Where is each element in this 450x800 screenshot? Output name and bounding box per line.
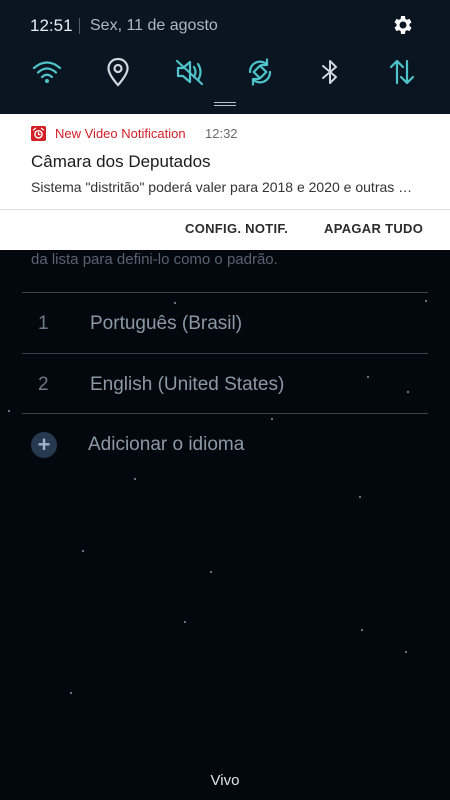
sound-mute-icon[interactable] [174,56,206,88]
mobile-data-icon[interactable] [386,56,418,88]
language-row[interactable]: 2 English (United States) [22,353,428,414]
alarm-app-icon [31,126,46,141]
language-name: Português (Brasil) [90,313,243,334]
clock: 12:51 [30,16,73,35]
notification-settings-button[interactable]: CONFIG. NOTIF. [185,221,288,236]
date: Sex, 11 de agosto [90,17,218,34]
notification-time: 12:32 [205,126,238,141]
wifi-icon[interactable] [31,56,63,88]
language-list: 1 Português (Brasil) 2 English (United S… [22,292,428,414]
notification-text: Sistema "distritão" poderá valer para 20… [31,179,423,195]
panel-header: 12:51 Sex, 11 de agosto [0,0,450,52]
bluetooth-icon[interactable] [314,56,346,88]
plus-icon: + [31,432,57,458]
clear-all-button[interactable]: APAGAR TUDO [324,221,423,236]
notification-panel: 12:51 Sex, 11 de agosto [0,0,450,114]
language-name: English (United States) [90,374,285,395]
gear-icon[interactable] [391,13,415,37]
divider [79,18,80,34]
quick-settings-row [0,52,450,92]
language-index: 2 [38,374,49,395]
language-hint-text: da lista para defini-lo como o padrão. [31,251,278,268]
divider [0,209,450,210]
auto-rotate-icon[interactable] [244,56,276,88]
add-language-button[interactable]: + Adicionar o idioma [22,424,428,464]
language-row[interactable]: 1 Português (Brasil) [22,292,428,353]
notification-app-name: New Video Notification [55,126,186,141]
drag-handle[interactable] [214,102,236,106]
notification-title: Câmara dos Deputados [31,152,211,171]
notification-card[interactable]: New Video Notification 12:32 Câmara dos … [0,114,450,250]
location-icon[interactable] [102,56,134,88]
add-language-label: Adicionar o idioma [88,434,245,455]
carrier-label: Vivo [210,772,240,789]
language-index: 1 [38,313,49,334]
